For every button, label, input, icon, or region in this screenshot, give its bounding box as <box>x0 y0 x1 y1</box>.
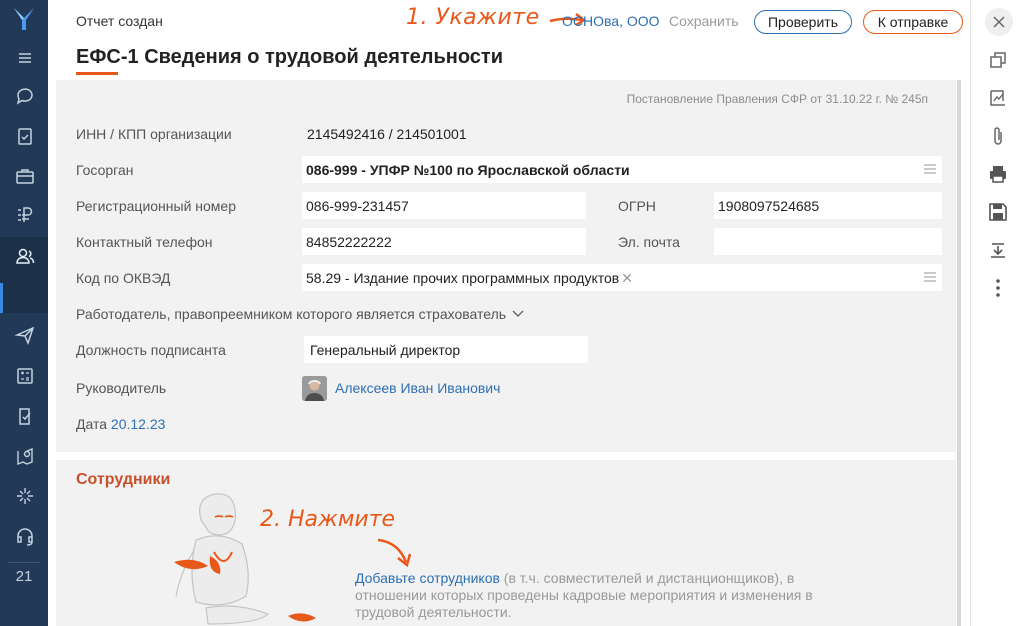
briefcase-icon[interactable] <box>14 165 36 187</box>
gosorgan-field[interactable]: 086-999 - УПФР №100 по Ярославской облас… <box>302 156 942 183</box>
email-label: Эл. почта <box>618 234 680 250</box>
phone-label: Контактный телефон <box>76 234 213 250</box>
head-link[interactable]: Алексеев Иван Иванович <box>335 380 500 396</box>
clear-icon[interactable]: ✕ <box>621 270 633 286</box>
counter-badge[interactable]: 21 <box>0 568 48 585</box>
location-icon[interactable] <box>14 445 36 467</box>
hint-click: 2. Нажмите <box>260 507 396 532</box>
email-field[interactable] <box>714 228 942 255</box>
position-label: Должность подписанта <box>76 342 226 358</box>
headset-icon[interactable] <box>14 525 36 547</box>
attach-button[interactable] <box>987 125 1009 147</box>
floppy-disk-icon <box>989 203 1007 221</box>
close-button[interactable] <box>985 8 1013 36</box>
ogrn-label: ОГРН <box>618 198 656 214</box>
menu-icon[interactable] <box>14 47 36 69</box>
date-link[interactable]: 20.12.23 <box>111 416 166 432</box>
more-vertical-icon <box>996 279 1000 297</box>
organization-link[interactable]: ОСНОва, ООО <box>562 13 660 29</box>
report-form: Постановление Правления СФР от 31.10.22 … <box>56 80 956 452</box>
avatar <box>302 376 327 401</box>
position-field[interactable]: Генеральный директор <box>304 336 588 363</box>
okved-field[interactable]: 58.29 - Издание прочих программных проду… <box>302 264 942 291</box>
paperclip-icon <box>994 127 1002 145</box>
people-icon[interactable] <box>14 245 36 267</box>
sign-button[interactable] <box>987 87 1009 109</box>
save-icon-button[interactable] <box>987 201 1009 223</box>
download-icon <box>991 243 1005 258</box>
header-bar: Отчет создан 1. Укажите ОСНОва, ООО Сохр… <box>48 0 970 44</box>
close-icon <box>993 16 1005 28</box>
decree-reference: Постановление Правления СФР от 31.10.22 … <box>626 92 928 106</box>
chevron-down-icon <box>512 310 524 317</box>
gosorgan-label: Госорган <box>76 162 134 178</box>
okved-label: Код по ОКВЭД <box>76 270 171 286</box>
employees-title: Сотрудники <box>76 471 171 488</box>
regnum-label: Регистрационный номер <box>76 198 236 214</box>
hint-arrow-icon <box>377 538 412 568</box>
chat-icon[interactable] <box>14 85 36 107</box>
page-title: ЕФС-1 Сведения о трудовой деятельности <box>76 46 504 68</box>
add-employees-link[interactable]: Добавьте сотрудников <box>355 570 500 586</box>
employees-section: Сотрудники 2. Нажмите Добавьте сотрудник… <box>56 460 956 626</box>
successor-toggle[interactable]: Работодатель, правопреемником которого я… <box>76 306 524 322</box>
phone-field[interactable]: 84852222222 <box>302 228 586 255</box>
tasks-icon[interactable] <box>14 125 36 147</box>
regnum-field[interactable]: 086-999-231457 <box>302 192 586 219</box>
scrollbar[interactable] <box>957 80 961 626</box>
send-button[interactable]: К отправке <box>863 10 963 34</box>
download-button[interactable] <box>987 239 1009 261</box>
ogrn-field[interactable]: 1908097524685 <box>714 192 942 219</box>
report-status: Отчет создан <box>76 13 163 29</box>
print-button[interactable] <box>987 163 1009 185</box>
copy-button[interactable] <box>987 49 1009 71</box>
logo-icon[interactable] <box>12 6 36 32</box>
hint-specify: 1. Укажите <box>406 5 540 30</box>
left-navigation: 21 <box>0 0 48 626</box>
check-doc-icon[interactable] <box>14 405 36 427</box>
sparkle-icon[interactable] <box>14 485 36 507</box>
head-label: Руководитель <box>76 380 167 396</box>
inn-value: 2145492416 / 214501001 <box>307 126 467 142</box>
add-employees-hint: Добавьте сотрудников (в т.ч. совместител… <box>355 570 813 620</box>
inn-label: ИНН / КПП организации <box>76 126 232 142</box>
save-button[interactable]: Сохранить <box>669 13 739 29</box>
right-toolbar <box>970 0 1024 626</box>
ruble-icon[interactable] <box>14 204 36 226</box>
calculator-icon[interactable] <box>14 365 36 387</box>
date-row: Дата 20.12.23 <box>76 416 166 432</box>
more-button[interactable] <box>987 277 1009 299</box>
printer-icon <box>990 166 1006 183</box>
list-icon[interactable] <box>924 163 936 175</box>
list-icon[interactable] <box>924 271 936 283</box>
check-button[interactable]: Проверить <box>754 10 852 34</box>
send-icon[interactable] <box>14 324 36 346</box>
copy-icon <box>990 52 1006 68</box>
signature-icon <box>990 90 1005 106</box>
